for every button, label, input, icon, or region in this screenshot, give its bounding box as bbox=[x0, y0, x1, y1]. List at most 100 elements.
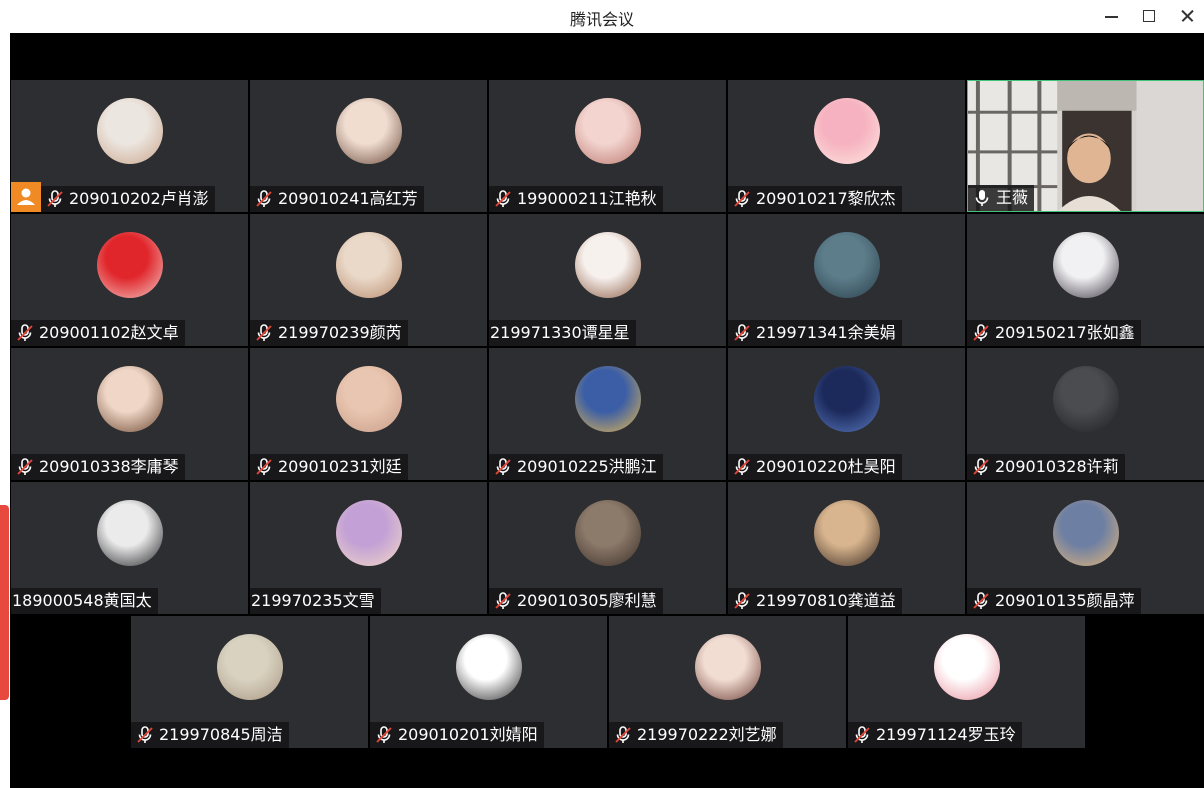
participant-name: 209001102赵文卓 bbox=[39, 323, 179, 342]
participant-tile[interactable]: 219971330谭星星 bbox=[489, 214, 726, 346]
participant-name-label: 219970845周洁 bbox=[131, 722, 289, 748]
avatar bbox=[217, 634, 283, 700]
mic-muted-icon bbox=[734, 190, 750, 207]
participant-name-label: 209010220杜昊阳 bbox=[728, 454, 902, 480]
participant-name: 王薇 bbox=[996, 188, 1029, 207]
participant-name: 209010231刘廷 bbox=[278, 457, 402, 476]
participant-name-label: 219971341余美娟 bbox=[728, 320, 902, 346]
participant-tile[interactable]: 209001102赵文卓 bbox=[11, 214, 248, 346]
participant-name: 209010225洪鹏江 bbox=[517, 457, 657, 476]
participant-tile[interactable]: 219971124罗玉玲 bbox=[848, 616, 1085, 748]
participant-name-label: 219970239颜芮 bbox=[250, 320, 408, 346]
participant-name: 219970235文雪 bbox=[251, 591, 375, 610]
mic-muted-icon bbox=[256, 458, 272, 475]
avatar bbox=[456, 634, 522, 700]
participant-name-label: 219971330谭星星 bbox=[489, 320, 636, 346]
participant-name: 219970239颜芮 bbox=[278, 323, 402, 342]
mic-muted-icon bbox=[376, 726, 392, 743]
close-icon[interactable] bbox=[1173, 4, 1201, 28]
participant-name-label: 209010217黎欣杰 bbox=[728, 186, 902, 212]
mic-muted-icon bbox=[854, 726, 870, 743]
participant-name-label: 209010135颜晶萍 bbox=[967, 588, 1141, 614]
avatar bbox=[1053, 500, 1119, 566]
participant-tile[interactable]: 209010338李庸琴 bbox=[11, 348, 248, 480]
avatar bbox=[814, 232, 880, 298]
mic-muted-icon bbox=[17, 458, 33, 475]
participant-tile[interactable]: 219970235文雪 bbox=[250, 482, 487, 614]
mic-muted-icon bbox=[973, 592, 989, 609]
participant-name: 219970222刘艺娜 bbox=[637, 725, 777, 744]
mic-muted-icon bbox=[973, 458, 989, 475]
mic-muted-icon bbox=[256, 190, 272, 207]
participant-name: 209010217黎欣杰 bbox=[756, 189, 896, 208]
participant-name-label: 199000211江艳秋 bbox=[489, 186, 663, 212]
participant-tile[interactable]: 王薇 bbox=[967, 80, 1204, 212]
participant-tile[interactable]: 209010135颜晶萍 bbox=[967, 482, 1204, 614]
participant-tile[interactable]: 219970810龚道益 bbox=[728, 482, 965, 614]
avatar bbox=[1053, 232, 1119, 298]
maximize-icon[interactable] bbox=[1135, 4, 1163, 28]
participant-name-label: 219970235文雪 bbox=[250, 588, 381, 614]
avatar bbox=[97, 366, 163, 432]
participant-tile[interactable]: 209010231刘廷 bbox=[250, 348, 487, 480]
background-window-edge bbox=[0, 0, 10, 788]
participant-tile[interactable]: 209010241高红芳 bbox=[250, 80, 487, 212]
mic-muted-icon bbox=[17, 324, 33, 341]
participant-name-label: 209001102赵文卓 bbox=[11, 320, 185, 346]
participant-name: 199000211江艳秋 bbox=[517, 189, 657, 208]
avatar bbox=[97, 232, 163, 298]
background-window-fragment bbox=[0, 505, 9, 700]
avatar bbox=[934, 634, 1000, 700]
participant-tile[interactable]: 209010225洪鹏江 bbox=[489, 348, 726, 480]
avatar bbox=[336, 232, 402, 298]
participant-name-label: 219970222刘艺娜 bbox=[609, 722, 783, 748]
participant-name-label: 王薇 bbox=[968, 185, 1035, 211]
participant-name-label: 209010241高红芳 bbox=[250, 186, 424, 212]
participant-name-label: 209010225洪鹏江 bbox=[489, 454, 663, 480]
avatar bbox=[97, 500, 163, 566]
participant-tile[interactable]: 209010201刘婧阳 bbox=[370, 616, 607, 748]
avatar bbox=[814, 366, 880, 432]
mic-muted-icon bbox=[495, 190, 511, 207]
host-badge-icon bbox=[11, 182, 41, 212]
mic-muted-icon bbox=[495, 458, 511, 475]
participant-tile[interactable]: 219970222刘艺娜 bbox=[609, 616, 846, 748]
participant-name: 209010135颜晶萍 bbox=[995, 591, 1135, 610]
participant-tile[interactable]: 219970239颜芮 bbox=[250, 214, 487, 346]
mic-muted-icon bbox=[734, 324, 750, 341]
participant-tile[interactable]: 209010305廖利慧 bbox=[489, 482, 726, 614]
participant-name-label: 209150217张如鑫 bbox=[967, 320, 1141, 346]
mic-muted-icon bbox=[256, 324, 272, 341]
mic-muted-icon bbox=[137, 726, 153, 743]
participant-name-label: 219971124罗玉玲 bbox=[848, 722, 1022, 748]
avatar bbox=[97, 98, 163, 164]
participant-tile[interactable]: 209010217黎欣杰 bbox=[728, 80, 965, 212]
participant-name: 219970810龚道益 bbox=[756, 591, 896, 610]
participant-tile[interactable]: 209010328许莉 bbox=[967, 348, 1204, 480]
title-bar: 腾讯会议 bbox=[0, 0, 1204, 33]
avatar bbox=[575, 98, 641, 164]
participant-name: 209010241高红芳 bbox=[278, 189, 418, 208]
participant-name-label: 209010328许莉 bbox=[967, 454, 1125, 480]
participant-tile[interactable]: 209150217张如鑫 bbox=[967, 214, 1204, 346]
participant-name: 219970845周洁 bbox=[159, 725, 283, 744]
participant-tile[interactable]: 219971341余美娟 bbox=[728, 214, 965, 346]
minimize-icon[interactable] bbox=[1097, 4, 1125, 28]
participant-name: 209010338李庸琴 bbox=[39, 457, 179, 476]
participant-tile[interactable]: 209010202卢肖澎 bbox=[11, 80, 248, 212]
participant-tile[interactable]: 189000548黄国太 bbox=[11, 482, 248, 614]
avatar bbox=[814, 98, 880, 164]
participant-name: 209010305廖利慧 bbox=[517, 591, 657, 610]
participant-name: 209150217张如鑫 bbox=[995, 323, 1135, 342]
participant-name-label: 209010201刘婧阳 bbox=[370, 722, 544, 748]
participant-tile[interactable]: 209010220杜昊阳 bbox=[728, 348, 965, 480]
mic-muted-icon bbox=[734, 458, 750, 475]
mic-muted-icon bbox=[495, 592, 511, 609]
participant-tile[interactable]: 219970845周洁 bbox=[131, 616, 368, 748]
participant-tile[interactable]: 199000211江艳秋 bbox=[489, 80, 726, 212]
participant-name: 189000548黄国太 bbox=[12, 591, 152, 610]
participant-name-label: 219970810龚道益 bbox=[728, 588, 902, 614]
mic-muted-icon bbox=[615, 726, 631, 743]
avatar bbox=[336, 98, 402, 164]
participant-name-label: 189000548黄国太 bbox=[11, 588, 158, 614]
